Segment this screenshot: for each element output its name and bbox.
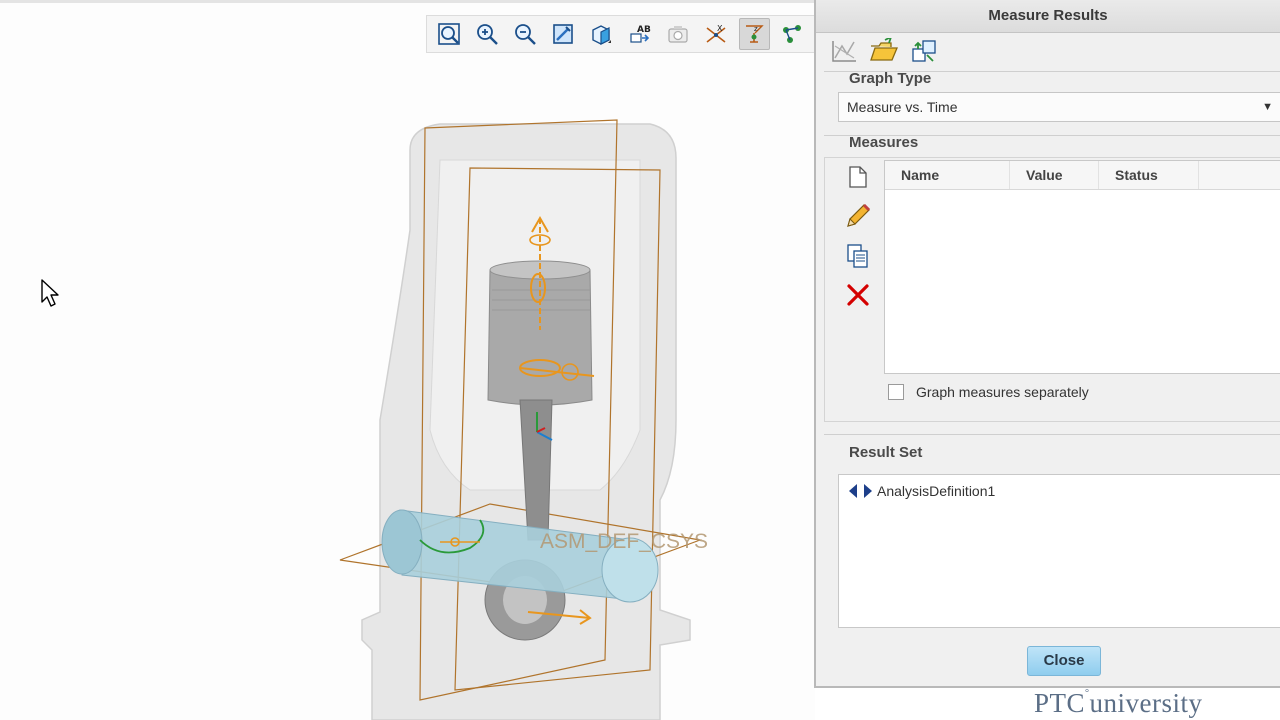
column-header-value[interactable]: Value bbox=[1010, 161, 1099, 189]
view-orientation-icon[interactable] bbox=[586, 18, 617, 50]
view-toolbar: AB X z bbox=[426, 15, 815, 53]
graph-icon[interactable] bbox=[826, 36, 862, 66]
graph-separately-label: Graph measures separately bbox=[916, 384, 1089, 400]
measures-label: Measures bbox=[849, 134, 919, 151]
annotation-display-icon[interactable]: AB bbox=[624, 18, 655, 50]
mouse-cursor-icon bbox=[41, 279, 59, 307]
export-icon[interactable] bbox=[906, 36, 942, 66]
list-item[interactable]: AnalysisDefinition1 bbox=[847, 483, 995, 499]
repaint-icon[interactable] bbox=[548, 18, 579, 50]
result-set-label: Result Set bbox=[849, 444, 923, 461]
brand-ptc: PTC bbox=[1034, 688, 1086, 718]
measures-table[interactable]: Name Value Status bbox=[884, 160, 1280, 374]
graph-type-value: Measure vs. Time bbox=[847, 99, 958, 115]
svg-text:X: X bbox=[717, 24, 723, 33]
graph-type-label: Graph Type bbox=[849, 70, 932, 87]
result-item-label: AnalysisDefinition1 bbox=[877, 483, 996, 499]
dialog-toolbar bbox=[826, 36, 946, 66]
copy-icon bbox=[847, 244, 868, 268]
dialog-title: Measure Results bbox=[816, 0, 1280, 33]
pencil-icon bbox=[847, 203, 871, 227]
ptc-university-logo: PTC°university bbox=[1034, 688, 1203, 718]
copy-measure-button[interactable] bbox=[842, 240, 874, 272]
graph-separately-checkbox[interactable] bbox=[888, 384, 904, 400]
graphics-viewport[interactable]: AB X z ASM_DEF_CSYS bbox=[0, 0, 815, 720]
new-measure-button[interactable] bbox=[842, 161, 874, 193]
chevron-down-icon: ▼ bbox=[1262, 101, 1273, 113]
csys-display-icon[interactable] bbox=[777, 18, 808, 50]
zoom-fit-icon[interactable] bbox=[433, 18, 464, 50]
zoom-out-icon[interactable] bbox=[509, 18, 540, 50]
zoom-in-icon[interactable] bbox=[471, 18, 502, 50]
saved-views-icon[interactable] bbox=[662, 18, 693, 50]
column-header-name[interactable]: Name bbox=[885, 161, 1010, 189]
measures-table-header: Name Value Status bbox=[885, 161, 1280, 190]
datum-display-icon[interactable]: X bbox=[700, 18, 731, 50]
close-button[interactable]: Close bbox=[1027, 646, 1101, 676]
graph-separately-option: Graph measures separately bbox=[888, 384, 1089, 400]
result-set-separator bbox=[824, 434, 1280, 435]
new-document-icon bbox=[849, 166, 867, 188]
graph-type-dropdown[interactable]: Measure vs. Time ▼ bbox=[838, 92, 1280, 122]
csys-label: ASM_DEF_CSYS bbox=[540, 530, 708, 553]
delete-measure-button[interactable] bbox=[842, 279, 874, 311]
result-set-list[interactable]: AnalysisDefinition1 bbox=[838, 474, 1280, 628]
top-border bbox=[0, 0, 815, 3]
engine-assembly-model[interactable]: ASM_DEF_CSYS bbox=[300, 100, 780, 720]
brand-university: university bbox=[1089, 688, 1203, 718]
analysis-result-icon bbox=[849, 484, 872, 498]
measure-results-dialog: Measure Results Graph Type Measure vs. T… bbox=[814, 0, 1280, 688]
column-header-status[interactable]: Status bbox=[1099, 161, 1199, 189]
spin-center-icon[interactable]: z bbox=[738, 18, 770, 50]
delete-x-icon bbox=[847, 284, 869, 306]
edit-measure-button[interactable] bbox=[842, 200, 874, 232]
open-folder-icon[interactable] bbox=[866, 36, 902, 66]
svg-text:z: z bbox=[754, 25, 758, 33]
